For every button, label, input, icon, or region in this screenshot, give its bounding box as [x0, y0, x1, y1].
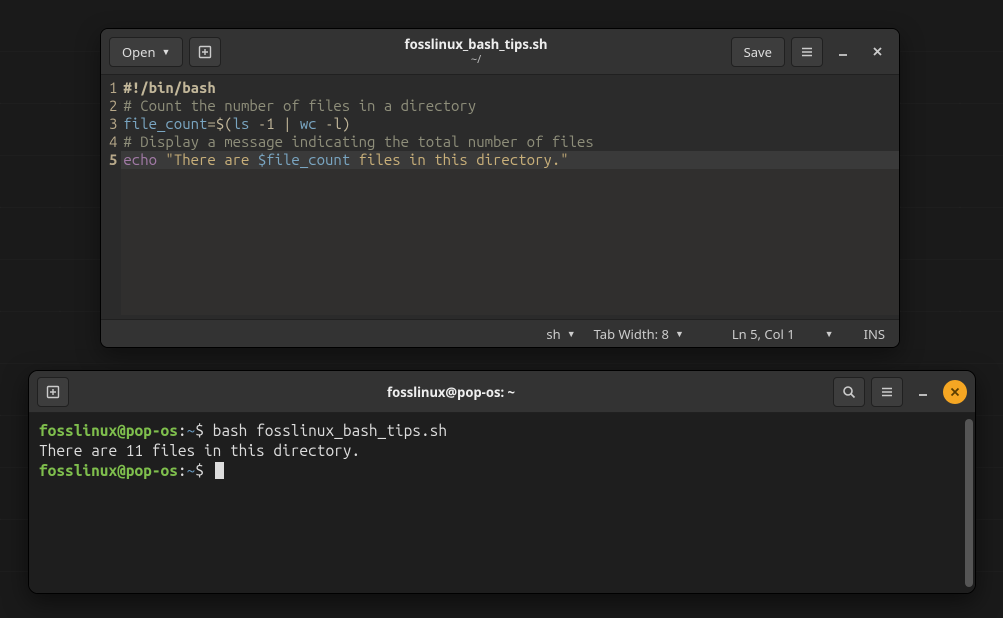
search-button[interactable] — [833, 377, 865, 407]
minimize-icon — [917, 386, 929, 398]
close-icon — [950, 387, 960, 397]
minimize-button[interactable] — [909, 378, 937, 406]
prompt-dollar: $ — [195, 462, 212, 479]
line-number: 1 — [109, 79, 117, 97]
code-line: file_count=$(ls -1 | wc -l) — [121, 115, 899, 133]
new-document-icon — [198, 45, 212, 59]
status-language-label: sh — [546, 325, 560, 343]
code-line: # Count the number of files in a directo… — [121, 97, 899, 115]
minimize-button[interactable] — [829, 38, 857, 66]
line-number: 2 — [109, 97, 117, 115]
terminal-output: There are 11 files in this directory. — [39, 441, 965, 461]
editor-filename: fosslinux_bash_tips.sh — [227, 37, 724, 53]
minimize-icon — [837, 46, 849, 58]
prompt-path: ~ — [187, 422, 196, 439]
terminal-headerbar: fosslinux@pop-os: ~ — [29, 371, 975, 413]
close-icon — [872, 46, 883, 57]
new-tab-button[interactable] — [37, 377, 69, 407]
open-button-label: Open — [122, 43, 156, 61]
status-tabwidth-label: Tab Width: 8 — [594, 325, 669, 343]
search-icon — [842, 385, 856, 399]
hamburger-menu-button[interactable] — [871, 377, 903, 407]
code-line: # Display a message indicating the total… — [121, 133, 899, 151]
close-button[interactable] — [863, 38, 891, 66]
save-button-label: Save — [744, 43, 772, 61]
chevron-down-icon: ▼ — [162, 45, 171, 58]
editor-filepath: ~/ — [227, 53, 724, 66]
line-number-gutter: 1 2 3 4 5 — [101, 75, 121, 319]
code-line: #!/bin/bash — [121, 79, 899, 97]
new-tab-icon — [46, 385, 60, 399]
line-number: 5 — [109, 151, 117, 169]
terminal-body[interactable]: fosslinux@pop-os:~$ bash fosslinux_bash_… — [29, 413, 975, 593]
line-number: 3 — [109, 115, 117, 133]
terminal-window: fosslinux@pop-os: ~ fosslinux@pop-os:~$ … — [28, 370, 976, 594]
code-line-current: echo "There are $file_count files in thi… — [121, 151, 899, 169]
terminal-line: fosslinux@pop-os:~$ — [39, 461, 965, 481]
chevron-down-icon: ▼ — [675, 327, 684, 340]
hamburger-icon — [880, 385, 894, 399]
editor-statusbar: sh ▼ Tab Width: 8 ▼ Ln 5, Col 1 ▼ INS — [101, 319, 899, 347]
scrollbar[interactable] — [965, 419, 973, 587]
code-empty-area[interactable] — [121, 169, 899, 315]
terminal-line: fosslinux@pop-os:~$ bash fosslinux_bash_… — [39, 421, 965, 441]
hamburger-icon — [800, 45, 814, 59]
prompt-dollar: $ — [195, 422, 212, 439]
new-tab-button[interactable] — [189, 37, 221, 67]
status-cursor-label: Ln 5, Col 1 — [732, 325, 795, 343]
status-language[interactable]: sh ▼ — [546, 325, 575, 343]
editor-title: fosslinux_bash_tips.sh ~/ — [227, 37, 724, 66]
cursor — [215, 462, 224, 479]
code-area[interactable]: #!/bin/bash # Count the number of files … — [121, 75, 899, 319]
line-number: 4 — [109, 133, 117, 151]
hamburger-menu-button[interactable] — [791, 37, 823, 67]
close-button[interactable] — [943, 380, 967, 404]
prompt-colon: : — [178, 422, 187, 439]
editor-body: 1 2 3 4 5 #!/bin/bash # Count the number… — [101, 75, 899, 319]
editor-headerbar: Open ▼ fosslinux_bash_tips.sh ~/ Save — [101, 29, 899, 75]
terminal-command: bash fosslinux_bash_tips.sh — [213, 422, 447, 439]
status-cursor-position[interactable]: Ln 5, Col 1 ▼ — [732, 325, 834, 343]
prompt-user: fosslinux@pop-os — [39, 462, 178, 479]
save-button[interactable]: Save — [731, 37, 785, 67]
open-button[interactable]: Open ▼ — [109, 37, 183, 67]
status-insert-mode[interactable]: INS — [864, 325, 885, 343]
status-tabwidth[interactable]: Tab Width: 8 ▼ — [594, 325, 684, 343]
prompt-user: fosslinux@pop-os — [39, 422, 178, 439]
chevron-down-icon: ▼ — [567, 327, 576, 340]
text-editor-window: Open ▼ fosslinux_bash_tips.sh ~/ Save — [100, 28, 900, 348]
terminal-title: fosslinux@pop-os: ~ — [75, 383, 827, 401]
prompt-colon: : — [178, 462, 187, 479]
chevron-down-icon: ▼ — [825, 327, 834, 340]
prompt-path: ~ — [187, 462, 196, 479]
